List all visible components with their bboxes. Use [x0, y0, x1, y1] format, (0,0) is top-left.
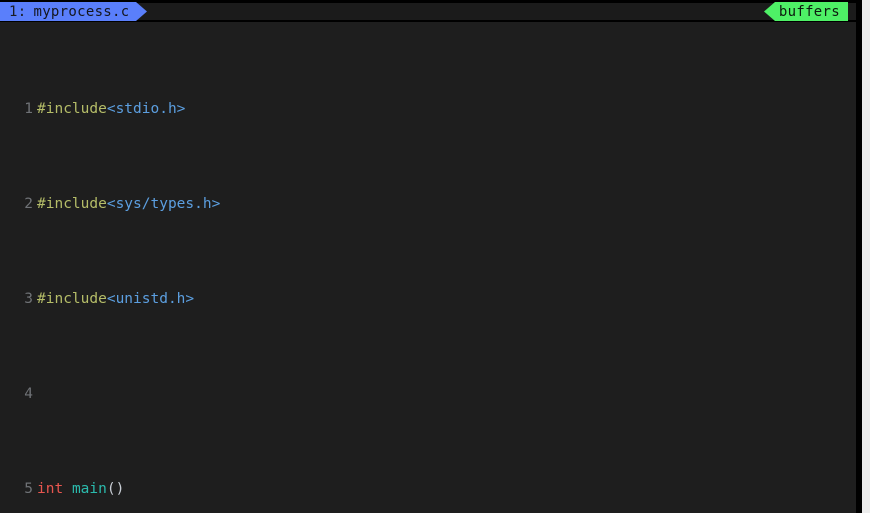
paren-token: () — [106, 481, 125, 497]
line-content: #include<stdio.h> — [33, 100, 185, 119]
code-line[interactable]: 5 int main() — [0, 480, 856, 499]
code-line[interactable]: 3 #include<unistd.h> — [0, 290, 856, 309]
line-number: 5 — [24, 481, 33, 497]
include-path-token: <unistd.h> — [106, 291, 195, 307]
type-token: int — [37, 481, 64, 497]
tab-chevron-icon — [136, 2, 147, 21]
vim-editor-window: 1: myprocess.c buffers 1 #include<stdio.… — [0, 0, 870, 513]
line-content: int main() — [33, 480, 124, 499]
line-number: 2 — [24, 196, 33, 212]
line-number: 4 — [24, 386, 33, 402]
function-token: main — [71, 481, 107, 497]
line-number: 3 — [24, 291, 33, 307]
preprocessor-token: #include — [37, 101, 107, 117]
window-right-edge — [862, 0, 870, 513]
include-path-token: <stdio.h> — [106, 101, 186, 117]
code-line[interactable]: 4 — [0, 385, 856, 404]
line-number: 1 — [24, 101, 33, 117]
buffers-chevron-icon — [764, 2, 775, 21]
line-content: #include<sys/types.h> — [33, 195, 220, 214]
preprocessor-token: #include — [37, 196, 107, 212]
code-area[interactable]: 1 #include<stdio.h> 2 #include<sys/types… — [0, 24, 856, 513]
tab-index: 1: — [9, 3, 27, 20]
editor-pane[interactable]: 1: myprocess.c buffers 1 #include<stdio.… — [0, 0, 856, 513]
code-line[interactable]: 2 #include<sys/types.h> — [0, 195, 856, 214]
tabline: 1: myprocess.c buffers — [0, 0, 856, 22]
preprocessor-token: #include — [37, 291, 107, 307]
tab-myprocess-c[interactable]: 1: myprocess.c — [0, 2, 136, 21]
tab-filename: myprocess.c — [33, 3, 130, 20]
line-content: #include<unistd.h> — [33, 290, 194, 309]
code-line[interactable]: 1 #include<stdio.h> — [0, 100, 856, 119]
buffers-indicator[interactable]: buffers — [774, 2, 848, 21]
include-path-token: <sys/types.h> — [106, 196, 221, 212]
buffers-label-text: buffers — [778, 3, 840, 20]
